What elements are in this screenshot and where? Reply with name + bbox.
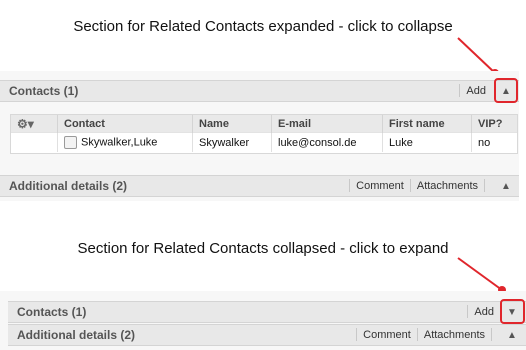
contact-link[interactable]: Skywalker,Luke <box>81 136 157 148</box>
contacts-section-title: Contacts (1) <box>9 84 79 98</box>
contact-icon <box>64 136 77 149</box>
divider <box>349 179 351 192</box>
name-cell: Skywalker <box>192 132 272 152</box>
contacts-section-title: Contacts (1) <box>17 305 87 319</box>
column-contact[interactable]: Contact <box>57 115 193 133</box>
additional-details-toggle[interactable]: ▲ <box>502 325 522 345</box>
chevron-up-icon: ▲ <box>501 180 511 192</box>
divider <box>467 305 469 318</box>
contacts-section-header[interactable]: Contacts (1) Add ▲ <box>0 80 519 102</box>
divider <box>416 328 418 341</box>
contact-cell[interactable]: Skywalker,Luke <box>57 132 193 152</box>
divider <box>459 84 461 97</box>
first-name-cell: Luke <box>382 132 472 152</box>
additional-details-toggle[interactable]: ▲ <box>496 176 516 196</box>
column-settings[interactable]: ⚙▾ <box>11 115 58 133</box>
comment-link[interactable]: Comment <box>363 329 411 341</box>
comment-link[interactable]: Comment <box>356 180 404 192</box>
additional-details-title: Additional details (2) <box>9 179 128 193</box>
additional-details-header[interactable]: Additional details (2) Comment Attachmen… <box>0 175 519 197</box>
table-row[interactable]: Skywalker,Luke Skywalker luke@consol.de … <box>11 132 517 152</box>
divider <box>484 179 485 192</box>
attachments-link[interactable]: Attachments <box>424 329 485 341</box>
divider <box>409 179 411 192</box>
add-contact-link[interactable]: Add <box>466 85 486 97</box>
caption-collapsed: Section for Related Contacts collapsed -… <box>77 240 449 257</box>
additional-details-header-collapsed[interactable]: Additional details (2) Comment Attachmen… <box>8 324 526 346</box>
column-first-name[interactable]: First name <box>382 115 472 133</box>
toggle-highlight-top <box>494 78 518 103</box>
chevron-up-icon: ▲ <box>507 329 517 341</box>
gear-icon[interactable]: ⚙▾ <box>17 117 34 131</box>
attachments-link[interactable]: Attachments <box>417 180 478 192</box>
column-name[interactable]: Name <box>192 115 272 133</box>
row-select-cell <box>11 132 58 152</box>
additional-details-title: Additional details (2) <box>17 328 136 342</box>
toggle-highlight-bottom <box>500 299 525 324</box>
divider <box>491 328 492 341</box>
vip-cell: no <box>471 132 517 152</box>
divider <box>356 328 358 341</box>
contacts-section-header-collapsed[interactable]: Contacts (1) Add ▼ <box>8 301 526 323</box>
column-vip[interactable]: VIP? <box>471 115 517 133</box>
contacts-table: ⚙▾ Contact Name E-mail First name VIP? S… <box>10 114 518 154</box>
email-cell: luke@consol.de <box>271 132 383 152</box>
column-email[interactable]: E-mail <box>271 115 383 133</box>
caption-expanded: Section for Related Contacts expanded - … <box>73 18 453 35</box>
add-contact-link[interactable]: Add <box>474 306 494 318</box>
